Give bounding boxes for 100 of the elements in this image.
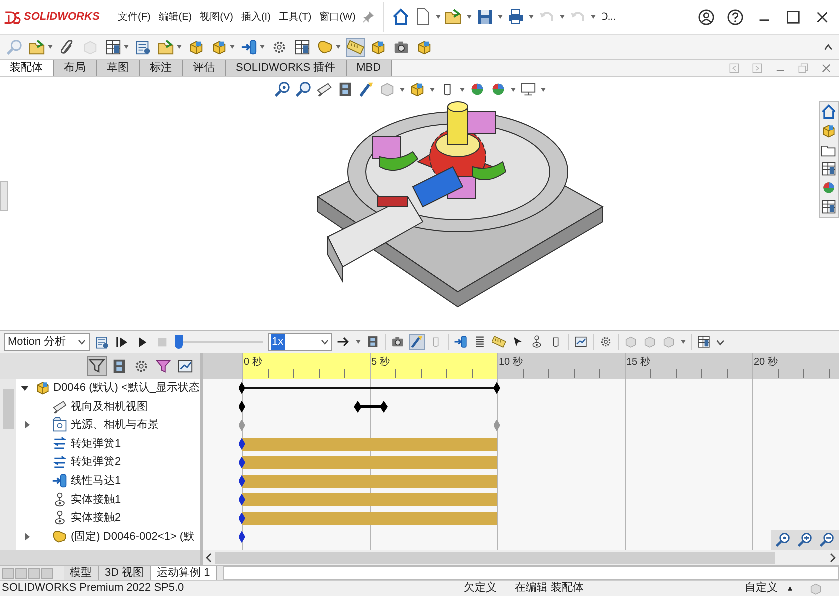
- dropdown-chevron-icon[interactable]: [78, 338, 86, 346]
- chart-icon[interactable]: [574, 335, 588, 349]
- table-icon[interactable]: [821, 199, 837, 215]
- magnifier-icon[interactable]: [295, 81, 312, 98]
- ribbon-tab[interactable]: SOLIDWORKS 插件: [226, 60, 347, 76]
- dropdown-caret-icon[interactable]: [430, 88, 435, 92]
- tree-item[interactable]: (固定) D0046-002<1> (默: [71, 528, 194, 546]
- pin-icon[interactable]: [362, 10, 375, 24]
- gear-icon[interactable]: [599, 335, 613, 349]
- collapse-caret-icon[interactable]: [824, 42, 833, 52]
- dropdown-caret-icon[interactable]: [48, 45, 53, 49]
- panel-handle-icon[interactable]: [0, 181, 8, 211]
- film-icon[interactable]: [366, 335, 380, 349]
- home-icon[interactable]: [392, 8, 410, 26]
- help-icon[interactable]: [727, 8, 744, 26]
- menu-item[interactable]: 插入(I): [241, 10, 271, 24]
- ruler-icon[interactable]: [492, 335, 506, 349]
- tree-item[interactable]: 转矩弹簧2: [71, 454, 122, 471]
- arrow-tile-icon[interactable]: [728, 62, 741, 74]
- study-type-dropdown[interactable]: Motion 分析: [4, 333, 90, 351]
- table-icon[interactable]: [105, 38, 122, 56]
- study-properties-icon[interactable]: [135, 38, 152, 56]
- zoom-fit-icon[interactable]: [775, 532, 791, 548]
- collapse-arrow-icon[interactable]: [21, 386, 30, 391]
- camera-icon[interactable]: [391, 335, 405, 349]
- dropdown-caret-icon[interactable]: [230, 45, 235, 49]
- contact-icon[interactable]: [530, 335, 544, 349]
- tree-item[interactable]: D0046 (默认) <默认_显示状态: [54, 380, 200, 397]
- ruler-icon[interactable]: [347, 38, 364, 56]
- unit-caret-icon[interactable]: ▴: [788, 582, 793, 596]
- save-icon[interactable]: [476, 8, 494, 26]
- open-folder-icon[interactable]: [29, 38, 46, 56]
- expand-chevron-icon[interactable]: [716, 338, 725, 346]
- dropdown-caret-icon[interactable]: [681, 340, 686, 344]
- appearance-icon[interactable]: [490, 81, 507, 98]
- dropdown-caret-icon[interactable]: [498, 15, 503, 19]
- dropdown-caret-icon[interactable]: [436, 15, 441, 19]
- dropdown-caret-icon[interactable]: [260, 45, 265, 49]
- study-properties-icon[interactable]: [95, 334, 110, 350]
- table-icon[interactable]: [821, 161, 837, 177]
- table-icon[interactable]: [697, 335, 711, 349]
- ribbon-tab[interactable]: 布局: [54, 60, 97, 76]
- menu-item[interactable]: 编辑(E): [158, 10, 192, 24]
- funnel-icon[interactable]: [155, 358, 172, 374]
- ribbon-tab[interactable]: MBD: [346, 60, 392, 76]
- vertical-scrollbar[interactable]: [0, 379, 16, 550]
- ribbon-tab[interactable]: 评估: [183, 60, 226, 76]
- dropdown-caret-icon[interactable]: [511, 88, 516, 92]
- linear-motor-icon[interactable]: [241, 38, 258, 56]
- horizontal-scrollbar-thumb[interactable]: [215, 552, 775, 564]
- zoom-fit-icon[interactable]: [274, 81, 291, 98]
- wand-icon[interactable]: [358, 81, 375, 98]
- keyframe-icon[interactable]: [238, 531, 246, 544]
- linear-motor-icon[interactable]: [454, 335, 468, 349]
- keyframe-icon[interactable]: [494, 382, 500, 394]
- playback-slider[interactable]: [175, 335, 263, 349]
- keyframe-icon[interactable]: [238, 382, 246, 394]
- camera-interval-icon[interactable]: [354, 400, 388, 413]
- part-icon[interactable]: [317, 38, 334, 56]
- user-icon[interactable]: [698, 8, 715, 26]
- unit-system[interactable]: 自定义: [745, 580, 778, 596]
- document-tab[interactable]: 运动算例 1: [151, 566, 218, 580]
- film-icon[interactable]: [111, 358, 128, 374]
- dropdown-caret-icon[interactable]: [124, 45, 129, 49]
- expand-arrow-icon[interactable]: [24, 533, 30, 542]
- home-icon[interactable]: [821, 104, 837, 120]
- zoom-out-icon[interactable]: [819, 532, 835, 548]
- tree-item[interactable]: 实体接触1: [71, 492, 122, 508]
- camera-view-icon[interactable]: [316, 81, 333, 98]
- arrow-right-icon[interactable]: [337, 335, 351, 349]
- play-from-start-icon[interactable]: [115, 334, 130, 350]
- tree-item[interactable]: 光源、相机与布景: [71, 417, 159, 434]
- menu-item[interactable]: 视图(V): [200, 10, 234, 24]
- keyframe-icon[interactable]: [238, 400, 246, 413]
- monitor-icon[interactable]: [520, 81, 537, 98]
- open-folder-icon[interactable]: [444, 8, 463, 26]
- dropdown-caret-icon[interactable]: [400, 88, 405, 92]
- table-icon[interactable]: [294, 38, 311, 56]
- filter-icon[interactable]: [88, 357, 106, 375]
- dropdown-caret-icon[interactable]: [356, 340, 361, 344]
- horizontal-scrollbar[interactable]: [0, 550, 200, 565]
- ribbon-tab[interactable]: 草图: [97, 60, 140, 76]
- tree-item[interactable]: 转矩弹簧1: [71, 436, 122, 452]
- menu-item[interactable]: 文件(F): [118, 10, 151, 24]
- document-tab[interactable]: 3D 视图: [99, 566, 152, 580]
- menu-item[interactable]: 窗口(W): [320, 10, 356, 24]
- print-icon[interactable]: [506, 8, 525, 26]
- dropdown-caret-icon[interactable]: [528, 15, 534, 19]
- dropdown-caret-icon[interactable]: [590, 15, 596, 19]
- wand-icon[interactable]: [410, 335, 424, 349]
- tree-item[interactable]: 实体接触2: [71, 510, 122, 527]
- tree-item[interactable]: 线性马达1: [71, 473, 122, 490]
- dropdown-caret-icon[interactable]: [541, 88, 546, 92]
- dropdown-chevron-icon[interactable]: [321, 338, 329, 346]
- maximize-icon[interactable]: [785, 8, 802, 26]
- dropdown-caret-icon[interactable]: [560, 15, 565, 19]
- dropdown-caret-icon[interactable]: [460, 88, 465, 92]
- speed-dropdown[interactable]: 1x: [268, 333, 332, 351]
- tree-item[interactable]: 视向及相机视图: [71, 398, 148, 416]
- ribbon-tab[interactable]: 装配体: [0, 60, 54, 76]
